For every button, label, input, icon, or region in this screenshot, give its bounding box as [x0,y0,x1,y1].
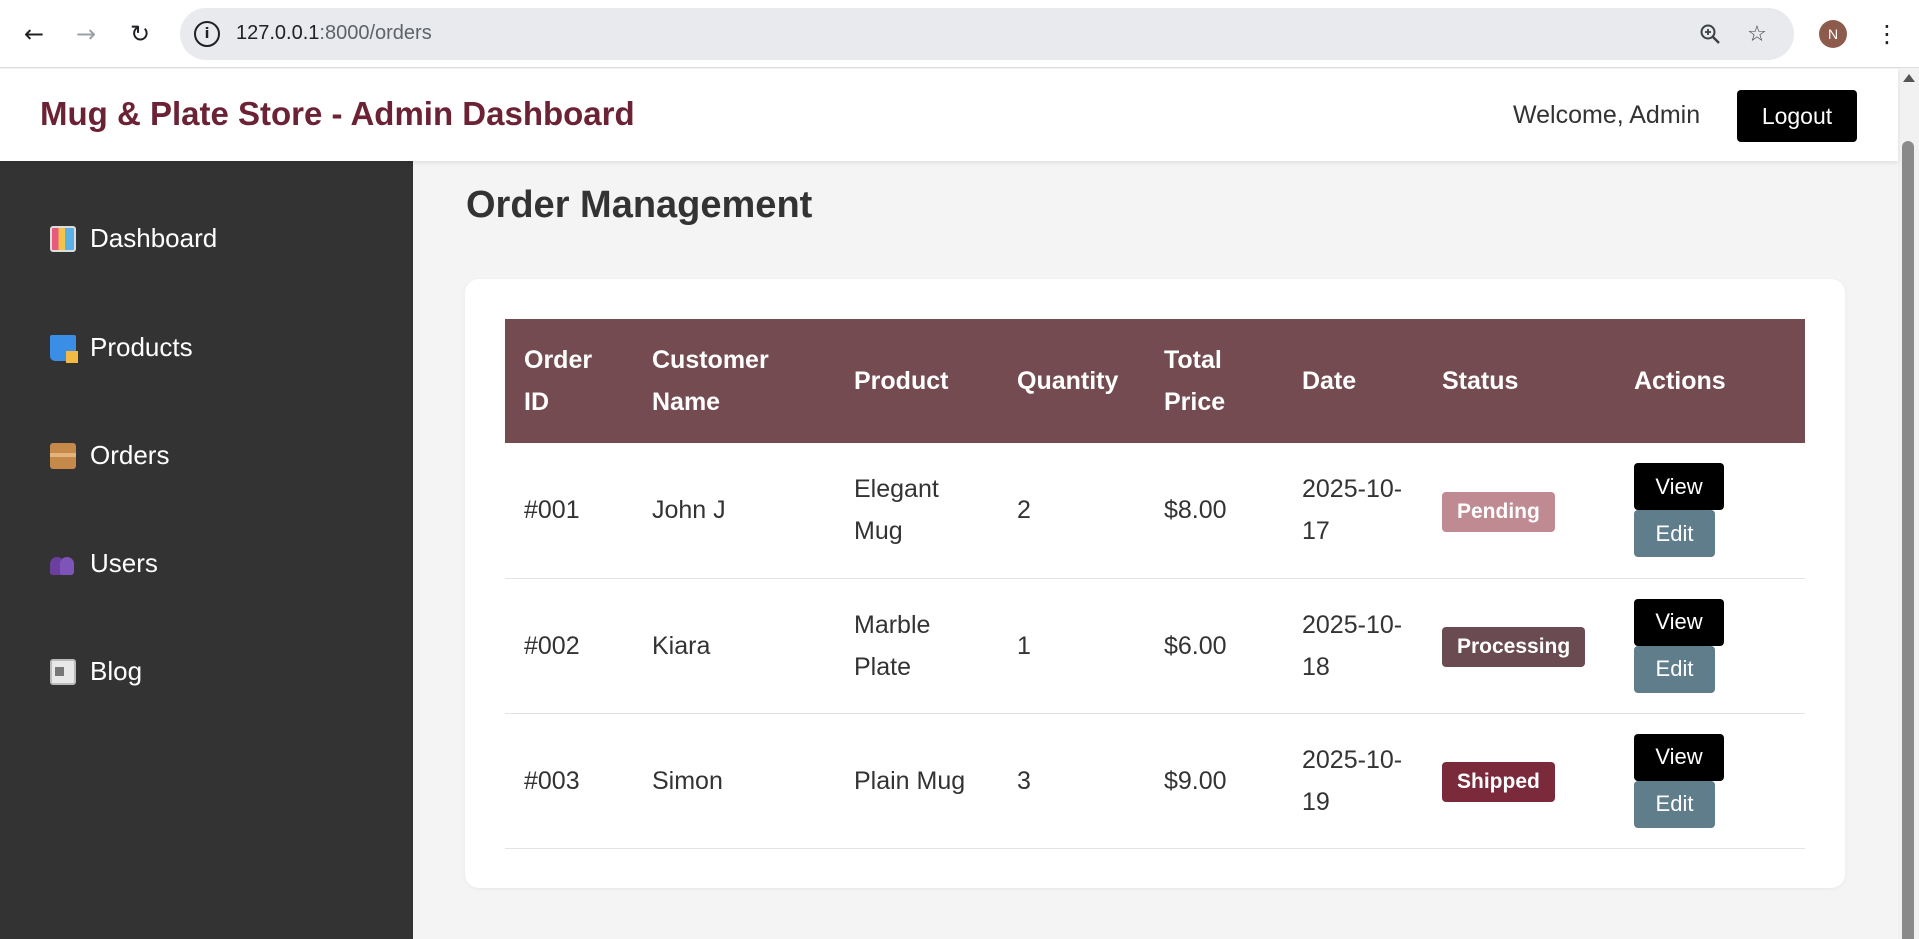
sidebar-item-label: Dashboard [90,223,218,253]
order-id: #001 [505,443,633,579]
status-badge: Pending [1442,491,1555,532]
url-path: :8000/orders [319,22,432,44]
quantity: 1 [998,578,1145,714]
sidebar-item-blog[interactable]: Blog [50,656,142,687]
column-header: Total Price [1164,346,1226,416]
order-date: 2025-10-18 [1283,578,1423,714]
users-icon [50,551,76,577]
sidebar-item-label: Blog [90,656,143,686]
total-price: $9.00 [1145,713,1283,849]
logout-button[interactable]: Logout [1737,90,1857,142]
table-row: #003 Simon Plain Mug 3 $9.00 2025-10-19 … [505,713,1805,849]
welcome-text: Welcome, Admin [1513,101,1701,129]
table-header-row: Order ID Customer Name Product Quantity … [505,319,1805,443]
page-title: Order Management [466,184,813,226]
orders-card: Order ID Customer Name Product Quantity … [465,279,1845,888]
order-date: 2025-10-19 [1283,713,1423,849]
browser-menu-icon[interactable]: ⋮ [1872,14,1902,54]
order-id: #002 [505,578,633,714]
scroll-up-arrow-icon[interactable] [1903,74,1915,82]
shopping-bags-icon [50,334,78,363]
edit-button[interactable]: Edit [1634,780,1715,828]
orders-table: Order ID Customer Name Product Quantity … [505,319,1805,849]
back-arrow-icon[interactable]: ← [14,14,54,54]
reload-icon[interactable]: ↻ [120,14,160,54]
product-name: Marble Plate [835,578,998,714]
order-id: #003 [505,713,633,849]
view-button[interactable]: View [1634,733,1724,781]
status-badge: Processing [1442,627,1586,667]
profile-avatar[interactable]: N [1819,20,1847,48]
actions-cell: View Edit [1615,578,1805,714]
package-icon [50,442,76,469]
quantity: 3 [998,713,1145,849]
sidebar: Dashboard Products Orders Users Blog [0,161,413,939]
product-name: Plain Mug [835,713,998,849]
total-price: $8.00 [1145,443,1283,579]
column-header: Date [1302,367,1357,395]
view-button[interactable]: View [1634,598,1724,646]
column-header: Status [1442,367,1519,395]
edit-button[interactable]: Edit [1634,645,1715,693]
order-date: 2025-10-17 [1283,443,1423,579]
sidebar-item-orders[interactable]: Orders [50,440,169,471]
sidebar-item-dashboard[interactable]: Dashboard [50,223,217,254]
address-bar[interactable]: i 127.0.0.1:8000/orders ☆ [180,8,1794,60]
status-badge: Shipped [1442,762,1555,802]
product-name: Elegant Mug [835,443,998,579]
status-cell: Processing [1423,578,1615,714]
bookmark-star-icon[interactable]: ☆ [1743,20,1771,48]
scrollbar-thumb[interactable] [1902,141,1914,939]
bar-chart-icon [50,225,76,252]
edit-button[interactable]: Edit [1634,510,1715,558]
sidebar-item-label: Products [90,332,193,362]
status-cell: Pending [1423,443,1615,579]
column-header: Product [854,367,949,395]
table-row: #001 John J Elegant Mug 2 $8.00 2025-10-… [505,443,1805,579]
actions-cell: View Edit [1615,443,1805,579]
app-title: Mug & Plate Store - Admin Dashboard [40,95,635,132]
customer-name: John J [633,443,835,579]
column-header: Quantity [1017,367,1119,395]
site-info-icon[interactable]: i [194,21,220,47]
table-row: #002 Kiara Marble Plate 1 $6.00 2025-10-… [505,578,1805,714]
actions-cell: View Edit [1615,713,1805,849]
newspaper-icon [50,658,76,685]
column-header: Actions [1634,367,1726,395]
status-cell: Shipped [1423,713,1615,849]
view-button[interactable]: View [1634,463,1724,511]
total-price: $6.00 [1145,578,1283,714]
page-scrollbar[interactable] [1898,69,1919,939]
customer-name: Kiara [633,578,835,714]
column-header: Order ID [524,346,593,416]
sidebar-item-users[interactable]: Users [50,548,158,579]
column-header: Customer Name [652,346,769,416]
app-header: Mug & Plate Store - Admin Dashboard Welc… [0,69,1898,161]
customer-name: Simon [633,713,835,849]
sidebar-item-label: Orders [90,440,170,470]
url-host: 127.0.0.1 [236,22,320,44]
zoom-icon[interactable] [1696,20,1724,48]
browser-toolbar: ← → ↻ i 127.0.0.1:8000/orders ☆ N ⋮ [0,0,1919,68]
url-text[interactable]: 127.0.0.1:8000/orders [236,22,432,45]
sidebar-item-products[interactable]: Products [50,332,193,363]
forward-arrow-icon[interactable]: → [66,14,106,54]
sidebar-item-label: Users [90,548,158,578]
quantity: 2 [998,443,1145,579]
